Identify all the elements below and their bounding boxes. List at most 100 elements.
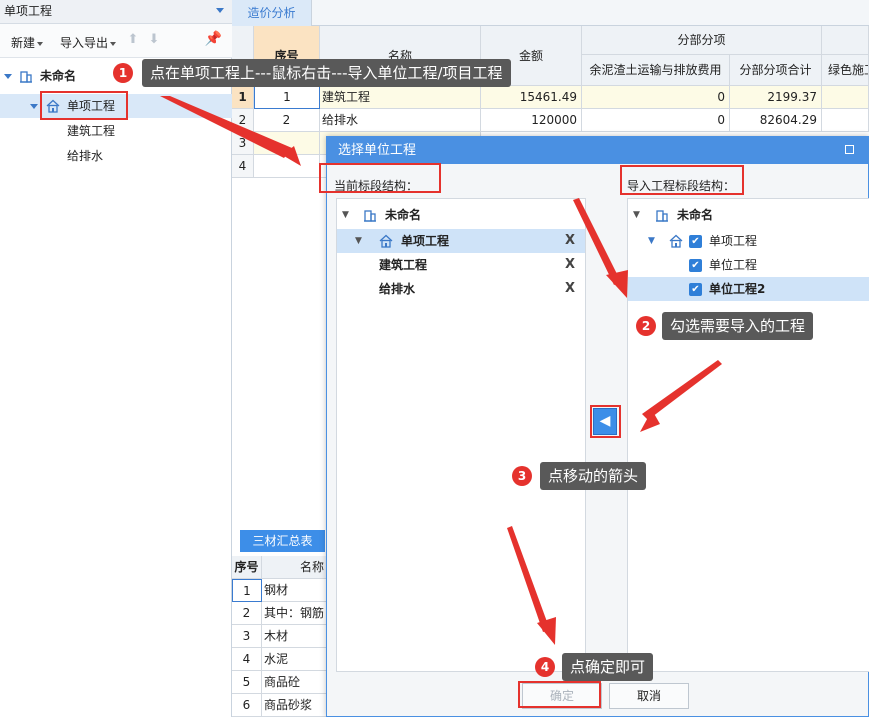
dialog-title: 选择单位工程 <box>338 143 417 158</box>
new-button[interactable]: 新建 <box>11 34 44 51</box>
move-up-icon[interactable]: ⬆ <box>127 33 139 47</box>
left-panel-title: 单项工程 <box>4 4 53 18</box>
expand-icon[interactable] <box>4 74 12 79</box>
tree-root-label: 未命名 <box>385 208 422 222</box>
tree-node-unit[interactable]: 给排水 <box>0 144 232 168</box>
table-cell-seq[interactable] <box>254 132 320 155</box>
left-panel-header[interactable]: 单项工程 <box>0 0 232 24</box>
table-cell-seq[interactable]: 4 <box>232 648 262 671</box>
table-cell-value[interactable] <box>822 86 869 109</box>
column-header-sub3[interactable]: 绿色施工 <box>822 55 869 86</box>
table-cell-seq[interactable]: 1 <box>254 86 320 109</box>
tree-node-unit[interactable]: ✔ 单位工程 <box>628 253 869 277</box>
cancel-button[interactable]: 取消 <box>609 683 689 709</box>
tab-strip: 造价分析 <box>232 0 869 26</box>
three-materials-summary-tab[interactable]: 三材汇总表 <box>240 530 325 552</box>
tree-node-unit[interactable]: 给排水 X <box>337 277 585 301</box>
left-toolbar: 新建 导入导出 ⬆ ⬇ 📌 <box>0 24 232 58</box>
table-cell-amount[interactable]: 120000 <box>481 109 582 132</box>
tree-single-project-label: 单项工程 <box>401 234 450 248</box>
table-cell-name[interactable]: 商品砂浆 <box>262 694 327 717</box>
import-export-button[interactable]: 导入导出 <box>60 34 117 51</box>
move-down-icon[interactable]: ⬇ <box>148 33 160 47</box>
pin-icon[interactable]: 📌 <box>205 31 222 47</box>
table-cell-name[interactable]: 水泥 <box>262 648 327 671</box>
table-cell-seq[interactable]: 1 <box>232 579 262 602</box>
table-cell-seq[interactable]: 6 <box>232 694 262 717</box>
table-cell-value[interactable]: 2199.37 <box>730 86 822 109</box>
checkbox-icon[interactable]: ✔ <box>689 235 702 248</box>
table-cell-name[interactable]: 钢材 <box>262 579 327 602</box>
highlight-box <box>518 681 601 708</box>
table-cell-seq[interactable] <box>254 155 320 178</box>
table-cell-name[interactable]: 建筑工程 <box>320 86 481 109</box>
row-number[interactable]: 3 <box>232 132 254 155</box>
tree-node-single-project[interactable]: ▼ 单项工程 X <box>337 229 585 253</box>
tree-node-unit-selected[interactable]: ✔ 单位工程2 <box>628 277 869 301</box>
highlight-box <box>590 405 621 438</box>
table-cell-seq[interactable]: 3 <box>232 625 262 648</box>
table-cell-name[interactable]: 木材 <box>262 625 327 648</box>
expand-icon[interactable] <box>30 104 38 109</box>
table-cell-seq[interactable]: 2 <box>254 109 320 132</box>
table-cell-seq[interactable]: 2 <box>232 602 262 625</box>
column-group-header: 分部分项 <box>582 26 822 55</box>
table-cell-name[interactable]: 商品砼 <box>262 671 327 694</box>
tree-node-unit[interactable]: 建筑工程 X <box>337 253 585 277</box>
column-header-seq[interactable]: 序号 <box>232 556 262 579</box>
tree-node-root[interactable]: ▼ 未命名 <box>337 203 585 227</box>
caret-down-icon <box>37 41 44 46</box>
step-callout: 点确定即可 <box>562 653 654 681</box>
dialog-titlebar[interactable]: 选择单位工程 <box>327 137 869 164</box>
delete-button[interactable]: X <box>565 253 575 277</box>
tree-node-root[interactable]: ▼ 未命名 <box>628 203 869 227</box>
column-header-name[interactable]: 名称 <box>262 556 327 579</box>
tree-node-single-project[interactable]: ▼ ✔ 单项工程 <box>628 229 869 253</box>
table-cell-value[interactable] <box>822 109 869 132</box>
delete-button[interactable]: X <box>565 229 575 253</box>
step-callout: 点移动的箭头 <box>540 462 647 490</box>
maximize-icon[interactable] <box>845 145 854 154</box>
tree-node-unit[interactable]: 建筑工程 <box>0 119 232 143</box>
home-icon <box>669 234 683 248</box>
tree-unit-label: 给排水 <box>379 282 416 296</box>
tree-unit-label: 单位工程 <box>709 258 758 272</box>
table-cell-value[interactable]: 0 <box>582 109 730 132</box>
table-cell-value[interactable]: 0 <box>582 86 730 109</box>
highlight-box <box>319 163 441 193</box>
table-cell-amount[interactable]: 15461.49 <box>481 86 582 109</box>
column-header-sub2[interactable]: 分部分项合计 <box>730 55 822 86</box>
import-structure-tree: ▼ 未命名 ▼ ✔ 单项工程 ✔ 单位工程 ✔ 单位工程2 <box>627 198 869 672</box>
caret-down-icon <box>110 41 117 46</box>
delete-button[interactable]: X <box>565 277 575 301</box>
collapse-icon[interactable]: ▼ <box>355 229 362 253</box>
highlight-box <box>620 165 744 195</box>
building-icon <box>20 71 32 83</box>
step-number-badge: 4 <box>535 657 555 677</box>
collapse-icon[interactable]: ▼ <box>342 203 349 227</box>
tree-root-label: 未命名 <box>677 208 714 222</box>
building-icon <box>656 210 668 222</box>
step-callout: 点在单项工程上---鼠标右击---导入单位工程/项目工程 <box>142 59 511 87</box>
chevron-down-icon[interactable] <box>216 8 224 13</box>
table-cell-name[interactable]: 其中：钢筋 <box>262 602 327 625</box>
row-number[interactable]: 4 <box>232 155 254 178</box>
step-callout: 勾选需要导入的工程 <box>662 312 814 340</box>
checkbox-icon[interactable]: ✔ <box>689 259 702 272</box>
column-header-sub1[interactable]: 余泥渣土运输与排放费用 <box>582 55 730 86</box>
checkbox-icon[interactable]: ✔ <box>689 283 702 296</box>
lower-panel: 三材汇总表 序号 名称 1 钢材 2 其中：钢筋 3 木材 4 水泥 5 商品砼… <box>232 522 327 717</box>
step-number-badge: 1 <box>113 63 133 83</box>
tab-cost-analysis[interactable]: 造价分析 <box>232 0 312 26</box>
table-cell-seq[interactable]: 5 <box>232 671 262 694</box>
home-icon <box>379 234 393 248</box>
row-number[interactable]: 2 <box>232 109 254 132</box>
tree-unit-label: 单位工程2 <box>709 282 766 296</box>
table-cell-name[interactable]: 给排水 <box>320 109 481 132</box>
collapse-icon[interactable]: ▼ <box>633 203 640 227</box>
collapse-icon[interactable]: ▼ <box>648 229 655 253</box>
table-cell-value[interactable]: 82604.29 <box>730 109 822 132</box>
column-group-header-empty <box>822 26 869 55</box>
tree-root-label: 未命名 <box>40 69 77 83</box>
row-number[interactable]: 1 <box>232 86 254 109</box>
